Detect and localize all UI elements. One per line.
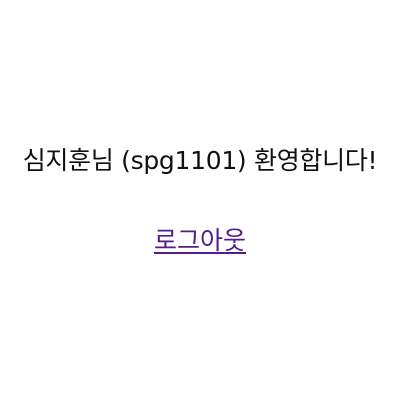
logout-link[interactable]: 로그아웃 [154,226,246,255]
logout-container: 로그아웃 [0,223,400,259]
page: 심지훈님 (spg1101) 환영합니다! 로그아웃 [0,0,400,400]
welcome-message: 심지훈님 (spg1101) 환영합니다! [22,146,378,175]
